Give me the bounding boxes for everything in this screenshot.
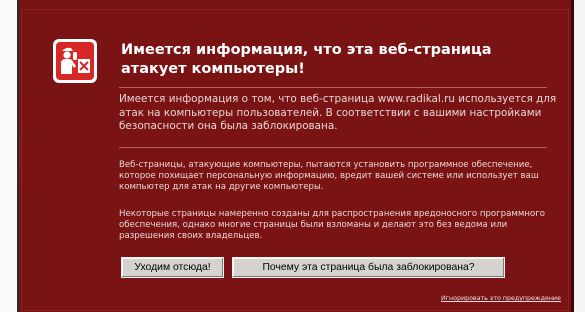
police-officer-icon-graphic	[56, 42, 94, 80]
warning-info: Имеется информация о том, что веб-страни…	[119, 93, 557, 132]
explanation-paragraph-2: Некоторые страницы намеренно созданы для…	[119, 209, 546, 241]
explanation-paragraph-1: Веб-страницы, атакующие компьютеры, пыта…	[119, 160, 539, 192]
warning-panel: Имеется информация, что эта веб-страница…	[21, 9, 569, 311]
why-blocked-button[interactable]: Почему эта страница была заблокирована?	[232, 257, 505, 278]
left-margin	[0, 0, 17, 312]
police-officer-icon	[53, 39, 97, 83]
warning-title: Имеется информация, что эта веб-страница…	[121, 42, 492, 77]
divider-top	[119, 87, 547, 88]
divider-middle	[119, 147, 547, 148]
right-margin	[574, 0, 585, 312]
malware-warning-page: Имеется информация, что эта веб-страница…	[19, 0, 571, 312]
ignore-warning-link[interactable]: Игнорировать это предупреждение	[441, 295, 561, 302]
get-out-button[interactable]: Уходим отсюда!	[121, 257, 224, 278]
